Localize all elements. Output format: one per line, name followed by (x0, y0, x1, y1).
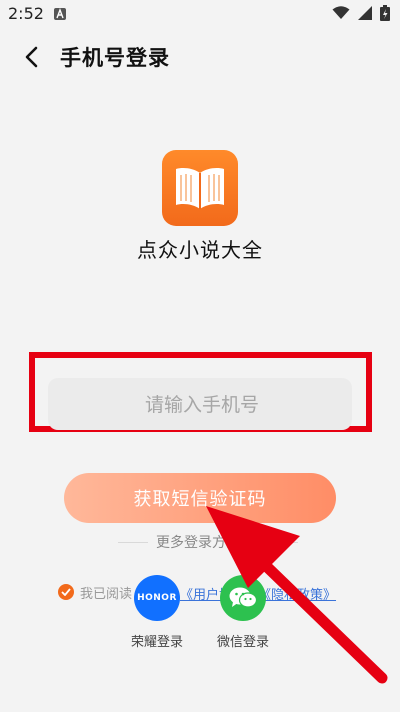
back-button[interactable] (16, 42, 46, 72)
status-time: 2:52 (8, 4, 44, 23)
honor-logo-text: HONOR (137, 593, 177, 603)
honor-login-label: 荣耀登录 (130, 635, 183, 650)
phone-input[interactable] (48, 378, 356, 432)
app-logo (162, 150, 238, 226)
wifi-icon (332, 6, 350, 19)
signal-icon (358, 6, 372, 20)
check-icon (61, 588, 71, 596)
phone-input-container (48, 378, 356, 432)
honor-icon: HONOR (134, 575, 180, 621)
status-bar: 2:52 (0, 0, 400, 28)
header: 手机号登录 (0, 34, 400, 78)
wechat-icon (220, 575, 266, 621)
wechat-login-label: 微信登录 (216, 635, 269, 650)
divider-right (258, 542, 298, 543)
divider-left (118, 542, 148, 543)
page-title: 手机号登录 (60, 46, 170, 70)
get-sms-code-button[interactable]: 获取短信验证码 (64, 473, 336, 523)
wechat-login-option[interactable]: 微信登录 (205, 575, 281, 650)
notification-a-icon (54, 8, 66, 20)
agreement-checkbox[interactable] (58, 584, 74, 600)
app-name: 点众小说大全 (137, 238, 263, 262)
more-login-label: 更多登录方式 (156, 535, 240, 551)
book-icon (176, 168, 224, 209)
chevron-left-icon (25, 46, 38, 68)
status-icons (332, 5, 390, 21)
battery-icon (380, 5, 390, 21)
honor-login-option[interactable]: HONOR 荣耀登录 (119, 575, 195, 650)
wechat-bubbles-icon (229, 587, 258, 608)
